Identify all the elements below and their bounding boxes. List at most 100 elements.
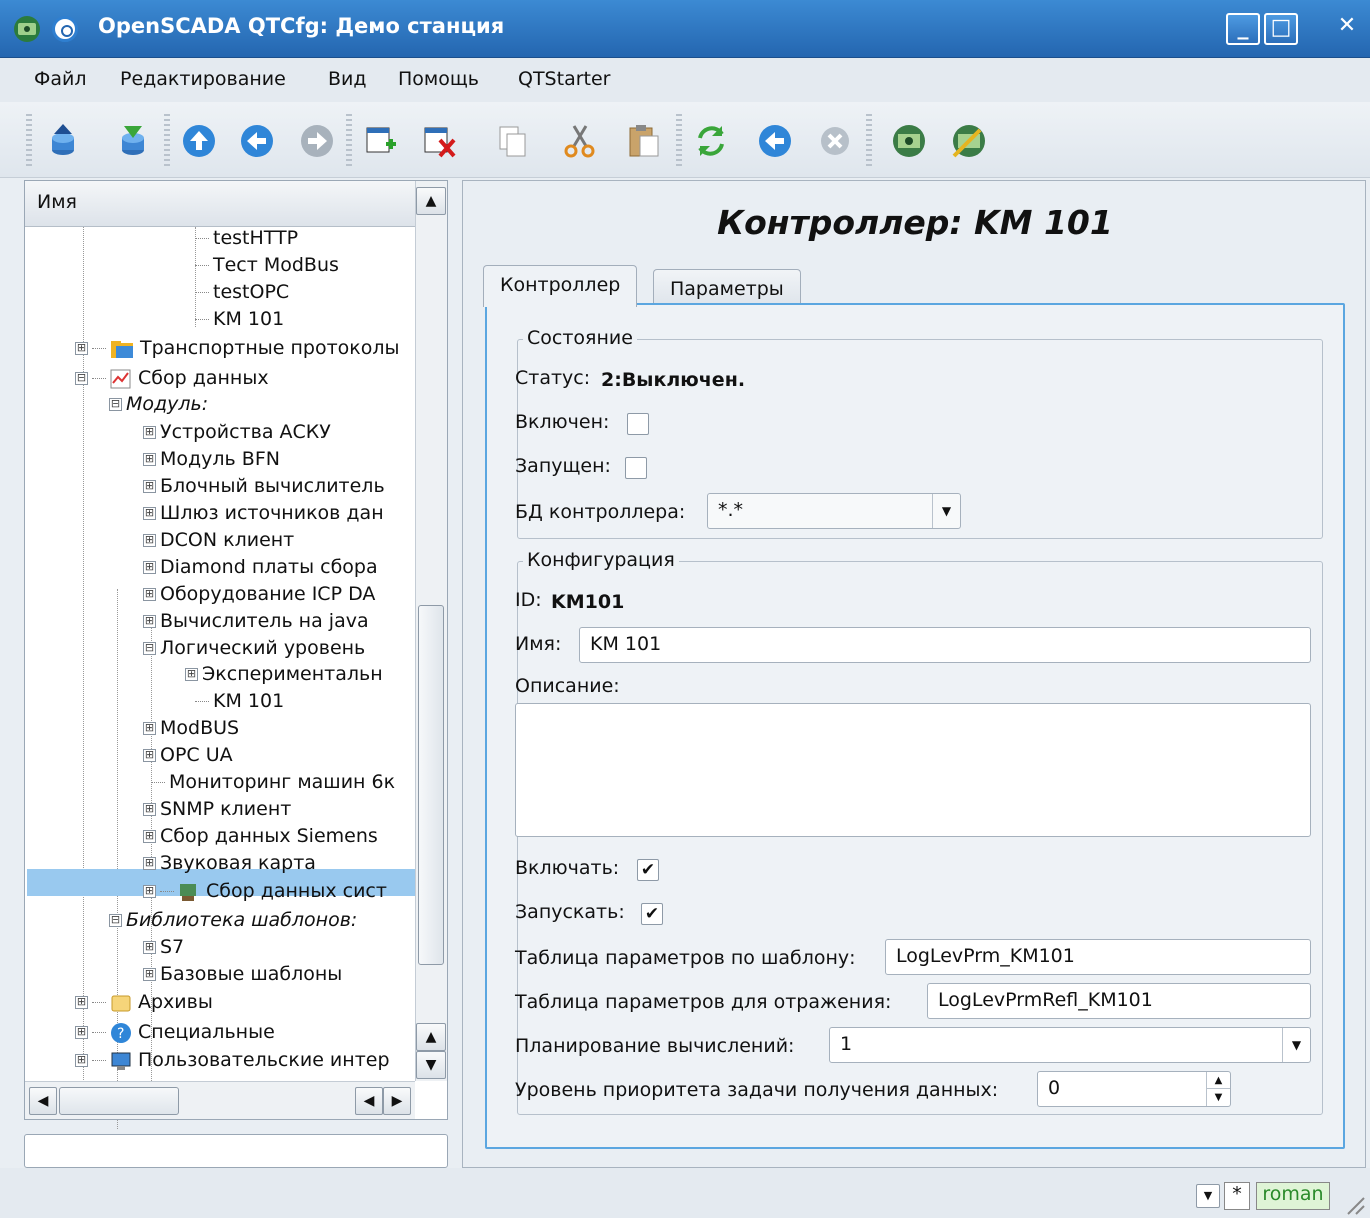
scroll-thumb[interactable]: [418, 605, 444, 965]
scroll-up-button-2[interactable]: ▲: [416, 1023, 446, 1051]
tree-item-block-calc[interactable]: ⊞ Блочный вычислитель: [143, 473, 385, 500]
station-config-icon[interactable]: [950, 122, 988, 160]
tree-item-icpdas[interactable]: ⊞ Оборудование ICP DA: [143, 581, 375, 608]
db-select[interactable]: *.* ▼: [707, 493, 961, 529]
up-icon[interactable]: [180, 122, 218, 160]
tree-column-header[interactable]: Имя: [25, 181, 415, 227]
station-icon[interactable]: [890, 122, 928, 160]
tree-vertical-scrollbar[interactable]: ▲ ▲ ▼: [415, 181, 447, 1081]
menu-help[interactable]: Помощь: [398, 68, 479, 90]
db-save-icon[interactable]: [114, 122, 152, 160]
start-icon[interactable]: [756, 122, 794, 160]
priority-spinbox[interactable]: 0 ▲ ▼: [1037, 1071, 1231, 1107]
user-indicator[interactable]: roman: [1256, 1182, 1330, 1210]
status-label: Статус:: [515, 367, 591, 389]
tree-item-soundcard[interactable]: ⊞ Звуковая карта: [143, 850, 316, 877]
maximize-button[interactable]: □: [1264, 13, 1298, 45]
resize-grip-icon[interactable]: [1344, 1194, 1366, 1216]
back-icon[interactable]: [238, 122, 276, 160]
status-dropdown-button[interactable]: ▼: [1196, 1184, 1220, 1208]
copy-icon[interactable]: [494, 122, 532, 160]
tree-item-base-templates[interactable]: ⊞ Базовые шаблоны: [143, 961, 342, 988]
tree-item-siemens[interactable]: ⊞ Сбор данных Siemens: [143, 823, 378, 850]
tree-item-s7[interactable]: ⊞ S7: [143, 934, 184, 961]
window-menu-icon[interactable]: [52, 16, 78, 42]
description-label: Описание:: [515, 675, 620, 697]
object-tree[interactable]: Имя testHTTP Тест ModBus testOPC KM 101 …: [24, 180, 448, 1129]
toolbar-separator: [164, 114, 170, 168]
stop-icon[interactable]: [816, 122, 854, 160]
name-input[interactable]: KM 101: [579, 627, 1311, 663]
running-checkbox[interactable]: [625, 457, 647, 479]
spin-down-icon[interactable]: ▼: [1206, 1089, 1230, 1106]
scroll-left-button-2[interactable]: ◀: [355, 1087, 383, 1115]
tree-filter-input[interactable]: [24, 1134, 448, 1168]
tree-item-machine-monitor[interactable]: Мониторинг машин 6к: [151, 769, 395, 796]
toolbar-separator: [676, 114, 682, 168]
tree-item-testhttp[interactable]: testHTTP: [195, 225, 298, 252]
paste-icon[interactable]: [624, 122, 662, 160]
tree-item-module-group[interactable]: ⊟ Модуль:: [109, 391, 208, 418]
forward-icon[interactable]: [298, 122, 336, 160]
tree-item-system-da[interactable]: ⊞ Сбор данных сист: [143, 878, 387, 905]
tree-item-special[interactable]: ⊞? Специальные: [75, 1019, 275, 1046]
tree-item-template-library[interactable]: ⊟ Библиотека шаблонов:: [109, 907, 357, 934]
tree-item-snmp[interactable]: ⊞ SNMP клиент: [143, 796, 291, 823]
spin-up-icon[interactable]: ▲: [1206, 1072, 1230, 1089]
scroll-down-button[interactable]: ▼: [416, 1051, 446, 1079]
tree-item-dcon[interactable]: ⊞ DCON клиент: [143, 527, 294, 554]
menu-edit[interactable]: Редактирование: [120, 68, 286, 90]
template-table-label: Таблица параметров по шаблону:: [515, 947, 856, 969]
monitor-icon: [111, 1052, 131, 1070]
tree-item-data-acquisition[interactable]: ⊟ Сбор данных: [75, 365, 269, 392]
running-label: Запущен:: [515, 455, 611, 477]
menu-qtstarter[interactable]: QTStarter: [518, 68, 610, 90]
toolbar-grip[interactable]: [26, 114, 32, 168]
hscroll-thumb[interactable]: [59, 1087, 179, 1115]
schedule-value: 1: [840, 1033, 853, 1055]
tree-item-test-modbus[interactable]: Тест ModBus: [195, 252, 339, 279]
tree-item-km101-selected[interactable]: KM 101: [195, 688, 284, 715]
tree-item-bfn[interactable]: ⊞ Модуль BFN: [143, 446, 280, 473]
scroll-right-button[interactable]: ▶: [383, 1087, 411, 1115]
refresh-icon[interactable]: [692, 122, 730, 160]
reflection-table-input[interactable]: LogLevPrmRefl_KM101: [927, 983, 1311, 1019]
archive-icon: [111, 995, 131, 1011]
to-enable-checkbox[interactable]: ✔: [637, 859, 659, 881]
to-start-label: Запускать:: [515, 901, 625, 923]
tree-item-testopc[interactable]: testOPC: [195, 279, 289, 306]
tree-item-transports[interactable]: ⊞ Транспортные протоколы: [75, 335, 400, 362]
description-textarea[interactable]: [515, 703, 1311, 837]
tree-horizontal-scrollbar[interactable]: ◀ ◀ ▶: [25, 1081, 415, 1119]
menu-file[interactable]: Файл: [34, 68, 87, 90]
modified-indicator: *: [1224, 1182, 1250, 1210]
menu-view[interactable]: Вид: [328, 68, 367, 90]
tree-item-logic-level[interactable]: ⊟ Логический уровень: [143, 635, 365, 662]
db-load-icon[interactable]: [44, 122, 82, 160]
tree-item-user-interfaces[interactable]: ⊞ Пользовательские интер: [75, 1047, 390, 1074]
tab-controller[interactable]: Контроллер: [483, 265, 638, 307]
toolbar-separator: [346, 114, 352, 168]
tree-item-asku[interactable]: ⊞ Устройства АСКУ: [143, 419, 331, 446]
tree-item-java[interactable]: ⊞ Вычислитель на java: [143, 608, 369, 635]
to-start-checkbox[interactable]: ✔: [641, 903, 663, 925]
scroll-up-button[interactable]: ▲: [416, 187, 446, 215]
tree-item-diamond[interactable]: ⊞ Diamond платы сбора: [143, 554, 378, 581]
schedule-combobox[interactable]: 1 ▼: [829, 1027, 1311, 1063]
tree-item-experimental[interactable]: ⊞ Экспериментальн: [185, 661, 383, 688]
cut-icon[interactable]: [560, 122, 598, 160]
tree-item-modbus[interactable]: ⊞ ModBUS: [143, 715, 239, 742]
minimize-button[interactable]: _: [1226, 13, 1260, 45]
tree-item-gateway[interactable]: ⊞ Шлюз источников дан: [143, 500, 384, 527]
template-table-input[interactable]: LogLevPrm_KM101: [885, 939, 1311, 975]
tree-item-km101-top[interactable]: KM 101: [195, 306, 284, 333]
add-item-icon[interactable]: [362, 122, 400, 160]
scroll-left-button[interactable]: ◀: [29, 1087, 57, 1115]
status-value: 2:Выключен.: [601, 369, 746, 391]
enabled-checkbox[interactable]: [627, 413, 649, 435]
tree-item-archives[interactable]: ⊞ Архивы: [75, 989, 213, 1016]
tree-item-opcua[interactable]: ⊞ OPC UA: [143, 742, 233, 769]
window-title: OpenSCADA QTCfg: Демо станция: [98, 14, 505, 38]
delete-item-icon[interactable]: [420, 122, 458, 160]
close-button[interactable]: ✕: [1330, 13, 1364, 45]
